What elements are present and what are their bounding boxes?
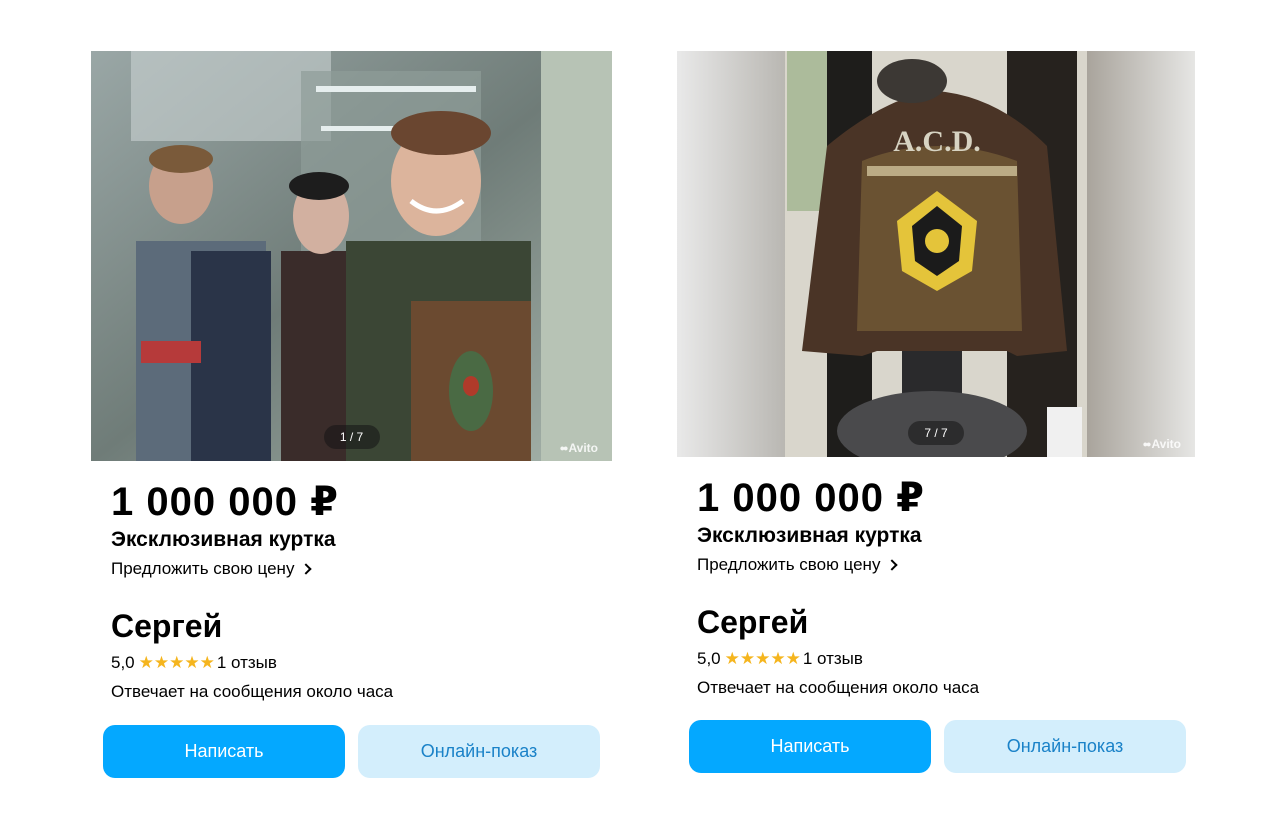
photo-counter: 1 / 7 [323, 425, 380, 449]
page: 1 / 7 ●● Avito 1 000 000 ₽ Эксклюзивная … [0, 0, 1280, 829]
action-buttons: Написать Онлайн-показ [103, 725, 600, 778]
online-show-button[interactable]: Онлайн-показ [944, 720, 1186, 773]
write-button[interactable]: Написать [103, 725, 345, 778]
watermark-text: Avito [568, 441, 598, 455]
rating-value: 5,0 [111, 653, 135, 672]
listing-card-2: A.C.D. 7 / 7 ●● Avito 1 000 000 ₽ Эксклю… [677, 0, 1197, 829]
listing-title[interactable]: Эксклюзивная куртка [697, 522, 1187, 550]
acd-lettering: A.C.D. [893, 125, 981, 158]
avito-logo-icon: ●● [1142, 439, 1152, 449]
listing-info: 1 000 000 ₽ Эксклюзивная куртка Предложи… [697, 474, 1187, 700]
offer-price-link[interactable]: Предложить свою цену [111, 556, 601, 582]
offer-price-label: Предложить свою цену [111, 559, 295, 578]
reviews-count: 1 отзыв [802, 649, 863, 668]
listing-title[interactable]: Эксклюзивная куртка [111, 526, 601, 554]
photo-three-men [91, 51, 612, 461]
listing-info: 1 000 000 ₽ Эксклюзивная куртка Предложи… [111, 478, 601, 704]
seller-rating[interactable]: 5,0 ★★★★★ 1 отзыв [111, 652, 601, 674]
photo-counter: 7 / 7 [908, 421, 964, 445]
star-icons: ★★★★★ [138, 653, 215, 672]
listing-card-1: 1 / 7 ●● Avito 1 000 000 ₽ Эксклюзивная … [91, 0, 612, 829]
reply-time: Отвечает на сообщения около часа [111, 682, 394, 701]
avito-logo-icon: ●● [559, 443, 569, 453]
price: 1 000 000 ₽ [697, 476, 925, 520]
offer-price-link[interactable]: Предложить свою цену [697, 552, 1187, 578]
seller-name[interactable]: Сергей [111, 606, 601, 646]
star-icons: ★★★★★ [724, 649, 801, 668]
seller-rating[interactable]: 5,0 ★★★★★ 1 отзыв [697, 648, 1187, 670]
action-buttons: Написать Онлайн-показ [689, 720, 1186, 773]
avito-watermark: ●● Avito [1143, 437, 1181, 451]
photo-jacket-on-mannequin: A.C.D. [677, 51, 1195, 457]
reviews-count: 1 отзыв [216, 653, 277, 672]
avito-watermark: ●● Avito [560, 441, 598, 455]
rating-value: 5,0 [697, 649, 721, 668]
listing-photo[interactable]: A.C.D. 7 / 7 ●● Avito [677, 51, 1195, 457]
watermark-text: Avito [1151, 437, 1181, 451]
write-button[interactable]: Написать [689, 720, 931, 773]
chevron-right-icon [300, 563, 313, 575]
seller-name[interactable]: Сергей [697, 602, 1187, 642]
online-show-button[interactable]: Онлайн-показ [358, 725, 600, 778]
chevron-right-icon [886, 559, 899, 571]
price: 1 000 000 ₽ [111, 480, 339, 524]
reply-time: Отвечает на сообщения около часа [697, 678, 980, 697]
listing-photo[interactable]: 1 / 7 ●● Avito [91, 51, 612, 461]
offer-price-label: Предложить свою цену [697, 555, 881, 574]
